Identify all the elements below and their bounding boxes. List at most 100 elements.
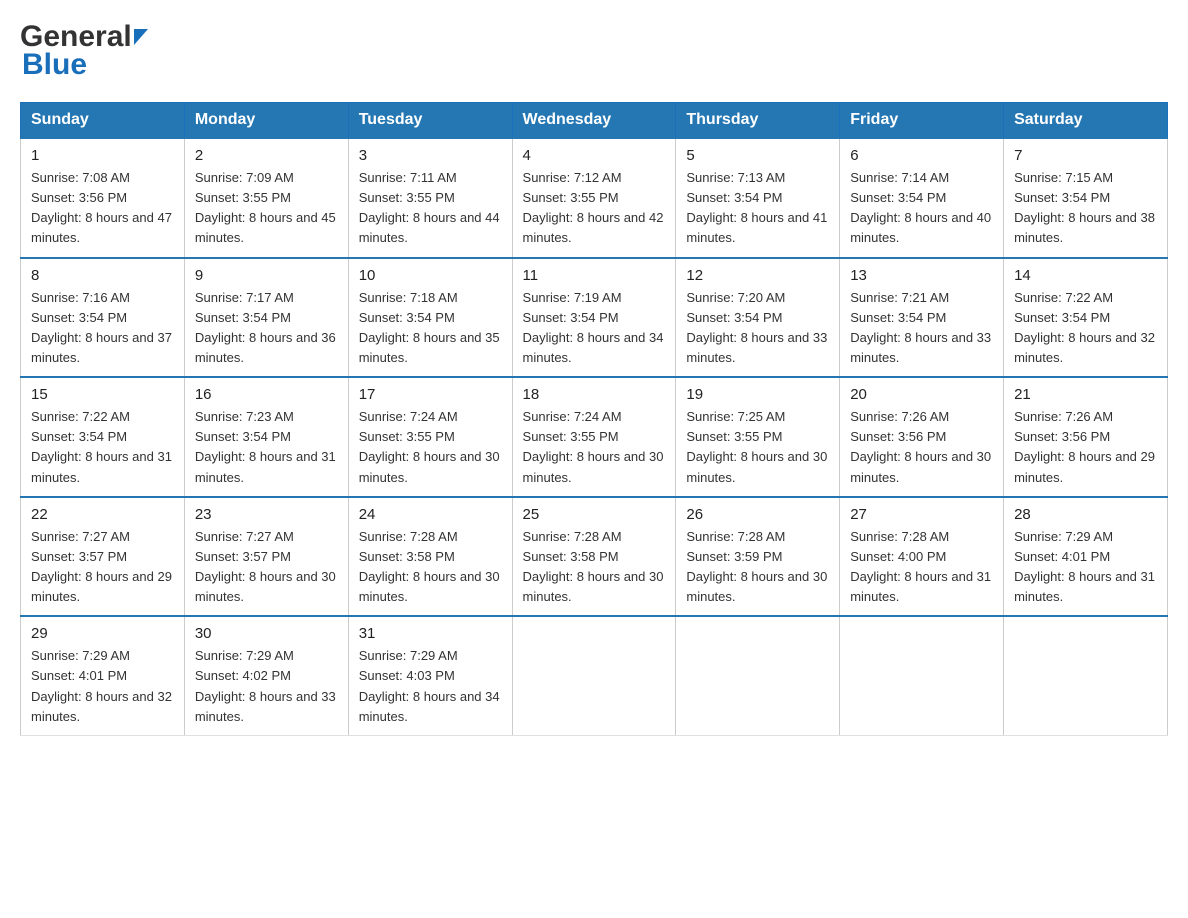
day-number: 2: [195, 147, 338, 164]
day-info: Sunrise: 7:20 AMSunset: 3:54 PMDaylight:…: [686, 288, 829, 369]
calendar-cell: 14 Sunrise: 7:22 AMSunset: 3:54 PMDaylig…: [1004, 258, 1168, 378]
calendar-cell: 11 Sunrise: 7:19 AMSunset: 3:54 PMDaylig…: [512, 258, 676, 378]
calendar-week-2: 8 Sunrise: 7:16 AMSunset: 3:54 PMDayligh…: [21, 258, 1168, 378]
day-info: Sunrise: 7:17 AMSunset: 3:54 PMDaylight:…: [195, 288, 338, 369]
calendar-cell: 25 Sunrise: 7:28 AMSunset: 3:58 PMDaylig…: [512, 497, 676, 617]
day-number: 14: [1014, 267, 1157, 284]
calendar-cell: 2 Sunrise: 7:09 AMSunset: 3:55 PMDayligh…: [184, 138, 348, 258]
calendar-cell: 15 Sunrise: 7:22 AMSunset: 3:54 PMDaylig…: [21, 377, 185, 497]
col-monday: Monday: [184, 103, 348, 139]
day-info: Sunrise: 7:08 AMSunset: 3:56 PMDaylight:…: [31, 168, 174, 249]
day-info: Sunrise: 7:28 AMSunset: 4:00 PMDaylight:…: [850, 527, 993, 608]
day-info: Sunrise: 7:16 AMSunset: 3:54 PMDaylight:…: [31, 288, 174, 369]
calendar-cell: 3 Sunrise: 7:11 AMSunset: 3:55 PMDayligh…: [348, 138, 512, 258]
day-number: 3: [359, 147, 502, 164]
calendar-cell: 23 Sunrise: 7:27 AMSunset: 3:57 PMDaylig…: [184, 497, 348, 617]
col-wednesday: Wednesday: [512, 103, 676, 139]
day-info: Sunrise: 7:27 AMSunset: 3:57 PMDaylight:…: [31, 527, 174, 608]
day-info: Sunrise: 7:26 AMSunset: 3:56 PMDaylight:…: [1014, 407, 1157, 488]
day-info: Sunrise: 7:19 AMSunset: 3:54 PMDaylight:…: [523, 288, 666, 369]
calendar-cell: 7 Sunrise: 7:15 AMSunset: 3:54 PMDayligh…: [1004, 138, 1168, 258]
col-friday: Friday: [840, 103, 1004, 139]
day-number: 9: [195, 267, 338, 284]
calendar-cell: 28 Sunrise: 7:29 AMSunset: 4:01 PMDaylig…: [1004, 497, 1168, 617]
day-number: 7: [1014, 147, 1157, 164]
day-number: 5: [686, 147, 829, 164]
day-number: 23: [195, 506, 338, 523]
day-info: Sunrise: 7:23 AMSunset: 3:54 PMDaylight:…: [195, 407, 338, 488]
day-info: Sunrise: 7:12 AMSunset: 3:55 PMDaylight:…: [523, 168, 666, 249]
day-info: Sunrise: 7:21 AMSunset: 3:54 PMDaylight:…: [850, 288, 993, 369]
calendar-cell: [512, 616, 676, 735]
day-number: 29: [31, 625, 174, 642]
day-info: Sunrise: 7:09 AMSunset: 3:55 PMDaylight:…: [195, 168, 338, 249]
calendar-cell: 10 Sunrise: 7:18 AMSunset: 3:54 PMDaylig…: [348, 258, 512, 378]
day-number: 10: [359, 267, 502, 284]
day-number: 13: [850, 267, 993, 284]
calendar-cell: 19 Sunrise: 7:25 AMSunset: 3:55 PMDaylig…: [676, 377, 840, 497]
calendar-cell: 17 Sunrise: 7:24 AMSunset: 3:55 PMDaylig…: [348, 377, 512, 497]
calendar-cell: 29 Sunrise: 7:29 AMSunset: 4:01 PMDaylig…: [21, 616, 185, 735]
day-number: 26: [686, 506, 829, 523]
calendar-cell: [1004, 616, 1168, 735]
header-row: Sunday Monday Tuesday Wednesday Thursday…: [21, 103, 1168, 139]
day-info: Sunrise: 7:18 AMSunset: 3:54 PMDaylight:…: [359, 288, 502, 369]
day-number: 20: [850, 386, 993, 403]
day-number: 22: [31, 506, 174, 523]
day-info: Sunrise: 7:22 AMSunset: 3:54 PMDaylight:…: [31, 407, 174, 488]
calendar-cell: 8 Sunrise: 7:16 AMSunset: 3:54 PMDayligh…: [21, 258, 185, 378]
day-info: Sunrise: 7:25 AMSunset: 3:55 PMDaylight:…: [686, 407, 829, 488]
day-number: 24: [359, 506, 502, 523]
calendar-cell: 12 Sunrise: 7:20 AMSunset: 3:54 PMDaylig…: [676, 258, 840, 378]
col-tuesday: Tuesday: [348, 103, 512, 139]
day-info: Sunrise: 7:29 AMSunset: 4:01 PMDaylight:…: [1014, 527, 1157, 608]
day-number: 4: [523, 147, 666, 164]
calendar-cell: 4 Sunrise: 7:12 AMSunset: 3:55 PMDayligh…: [512, 138, 676, 258]
day-info: Sunrise: 7:28 AMSunset: 3:58 PMDaylight:…: [359, 527, 502, 608]
calendar-cell: 1 Sunrise: 7:08 AMSunset: 3:56 PMDayligh…: [21, 138, 185, 258]
day-info: Sunrise: 7:28 AMSunset: 3:59 PMDaylight:…: [686, 527, 829, 608]
calendar-week-1: 1 Sunrise: 7:08 AMSunset: 3:56 PMDayligh…: [21, 138, 1168, 258]
calendar-cell: 13 Sunrise: 7:21 AMSunset: 3:54 PMDaylig…: [840, 258, 1004, 378]
calendar-cell: 22 Sunrise: 7:27 AMSunset: 3:57 PMDaylig…: [21, 497, 185, 617]
col-sunday: Sunday: [21, 103, 185, 139]
logo-arrow-icon: [134, 29, 148, 45]
logo-blue-text: Blue: [22, 48, 148, 82]
calendar-cell: 20 Sunrise: 7:26 AMSunset: 3:56 PMDaylig…: [840, 377, 1004, 497]
day-number: 19: [686, 386, 829, 403]
day-number: 12: [686, 267, 829, 284]
calendar-cell: 27 Sunrise: 7:28 AMSunset: 4:00 PMDaylig…: [840, 497, 1004, 617]
day-info: Sunrise: 7:15 AMSunset: 3:54 PMDaylight:…: [1014, 168, 1157, 249]
calendar-cell: [840, 616, 1004, 735]
calendar-cell: 26 Sunrise: 7:28 AMSunset: 3:59 PMDaylig…: [676, 497, 840, 617]
day-number: 31: [359, 625, 502, 642]
calendar-cell: 9 Sunrise: 7:17 AMSunset: 3:54 PMDayligh…: [184, 258, 348, 378]
calendar-cell: 30 Sunrise: 7:29 AMSunset: 4:02 PMDaylig…: [184, 616, 348, 735]
calendar-week-3: 15 Sunrise: 7:22 AMSunset: 3:54 PMDaylig…: [21, 377, 1168, 497]
col-thursday: Thursday: [676, 103, 840, 139]
calendar-table: Sunday Monday Tuesday Wednesday Thursday…: [20, 102, 1168, 736]
page-header: General Blue: [20, 20, 1168, 82]
day-number: 8: [31, 267, 174, 284]
day-number: 18: [523, 386, 666, 403]
day-info: Sunrise: 7:24 AMSunset: 3:55 PMDaylight:…: [523, 407, 666, 488]
day-number: 11: [523, 267, 666, 284]
day-number: 30: [195, 625, 338, 642]
calendar-cell: 18 Sunrise: 7:24 AMSunset: 3:55 PMDaylig…: [512, 377, 676, 497]
day-number: 27: [850, 506, 993, 523]
day-number: 6: [850, 147, 993, 164]
day-info: Sunrise: 7:26 AMSunset: 3:56 PMDaylight:…: [850, 407, 993, 488]
calendar-cell: [676, 616, 840, 735]
calendar-cell: 21 Sunrise: 7:26 AMSunset: 3:56 PMDaylig…: [1004, 377, 1168, 497]
calendar-cell: 24 Sunrise: 7:28 AMSunset: 3:58 PMDaylig…: [348, 497, 512, 617]
calendar-week-5: 29 Sunrise: 7:29 AMSunset: 4:01 PMDaylig…: [21, 616, 1168, 735]
day-info: Sunrise: 7:11 AMSunset: 3:55 PMDaylight:…: [359, 168, 502, 249]
day-info: Sunrise: 7:14 AMSunset: 3:54 PMDaylight:…: [850, 168, 993, 249]
day-info: Sunrise: 7:24 AMSunset: 3:55 PMDaylight:…: [359, 407, 502, 488]
day-number: 16: [195, 386, 338, 403]
calendar-cell: 6 Sunrise: 7:14 AMSunset: 3:54 PMDayligh…: [840, 138, 1004, 258]
day-info: Sunrise: 7:29 AMSunset: 4:01 PMDaylight:…: [31, 646, 174, 727]
day-info: Sunrise: 7:22 AMSunset: 3:54 PMDaylight:…: [1014, 288, 1157, 369]
day-number: 15: [31, 386, 174, 403]
calendar-cell: 16 Sunrise: 7:23 AMSunset: 3:54 PMDaylig…: [184, 377, 348, 497]
